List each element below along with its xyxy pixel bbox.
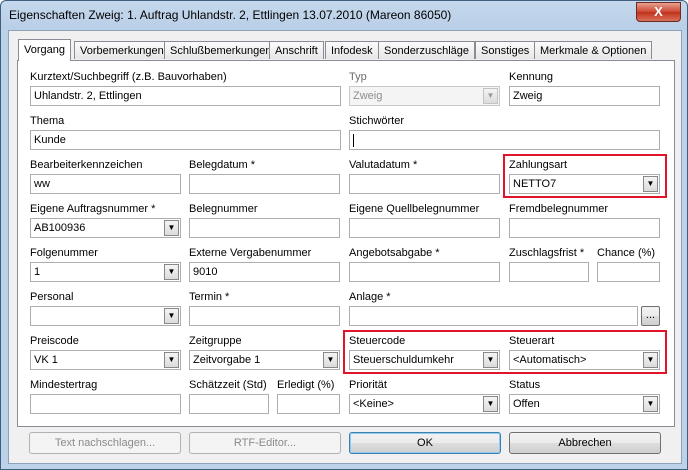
chevron-down-icon[interactable]: ▼: [164, 220, 179, 236]
tab-panel-vorgang: Kurztext/Suchbegriff (z.B. Bauvorhaben) …: [17, 60, 675, 427]
prioritaet-select[interactable]: <Keine> ▼: [349, 394, 500, 414]
termin-input[interactable]: [189, 306, 340, 326]
chevron-down-icon[interactable]: ▼: [164, 352, 179, 368]
zuschlagsfrist-label: Zuschlagsfrist *: [509, 247, 585, 259]
angebotsabgabe-input[interactable]: [349, 262, 500, 282]
steuer-highlight: [343, 330, 667, 374]
chevron-down-icon[interactable]: ▼: [164, 264, 179, 280]
mindestertrag-label: Mindestertrag: [30, 379, 98, 391]
rtf-editor-button[interactable]: RTF-Editor...: [189, 432, 341, 454]
tab-schlussbemerkungen[interactable]: Schlußbemerkungen: [164, 41, 278, 59]
typ-select: Zweig ▼: [349, 86, 500, 106]
text-cursor: [353, 134, 354, 147]
eigene-auftragsnummer-value: AB100936: [34, 222, 86, 234]
zeitgruppe-label: Zeitgruppe: [189, 335, 242, 347]
preiscode-value: VK 1: [34, 354, 58, 366]
status-value: Offen: [513, 398, 540, 410]
erledigt-label: Erledigt (%): [277, 379, 335, 391]
text-nachschlagen-button[interactable]: Text nachschlagen...: [29, 432, 181, 454]
status-select[interactable]: Offen ▼: [509, 394, 660, 414]
fremdbelegnummer-label: Fremdbelegnummer: [509, 203, 609, 215]
zahlungsart-highlight: [503, 154, 667, 198]
thema-label: Thema: [30, 115, 65, 127]
dialog-client: Vorgang Vorbemerkungen Schlußbemerkungen…: [8, 30, 682, 464]
stichwoerter-label: Stichwörter: [349, 115, 405, 127]
externe-vergabenummer-input[interactable]: 9010: [189, 262, 340, 282]
zeitgruppe-value: Zeitvorgabe 1: [193, 354, 261, 366]
tab-anschrift[interactable]: Anschrift: [269, 41, 324, 59]
bearbeiterkennzeichen-input[interactable]: ww: [30, 174, 181, 194]
kennung-input[interactable]: Zweig: [509, 86, 660, 106]
kurztext-label: Kurztext/Suchbegriff (z.B. Bauvorhaben): [30, 71, 227, 83]
fremdbelegnummer-input[interactable]: [509, 218, 660, 238]
chevron-down-icon[interactable]: ▼: [164, 308, 179, 324]
folgenummer-select[interactable]: 1 ▼: [30, 262, 181, 282]
typ-label: Typ: [349, 71, 367, 83]
close-button[interactable]: X: [636, 2, 681, 22]
kennung-label: Kennung: [509, 71, 554, 83]
schaetzzeit-label: Schätzzeit (Std): [189, 379, 267, 391]
status-label: Status: [509, 379, 541, 391]
tab-vorgang[interactable]: Vorgang: [18, 39, 71, 61]
chance-label: Chance (%): [597, 247, 656, 259]
chevron-down-icon[interactable]: ▼: [643, 396, 658, 412]
preiscode-label: Preiscode: [30, 335, 79, 347]
mindestertrag-input[interactable]: [30, 394, 181, 414]
chance-input[interactable]: [597, 262, 660, 282]
tab-sonstiges[interactable]: Sonstiges: [475, 41, 536, 59]
zeitgruppe-select[interactable]: Zeitvorgabe 1 ▼: [189, 350, 340, 370]
folgenummer-label: Folgenummer: [30, 247, 98, 259]
tab-sonderzuschlaege[interactable]: Sonderzuschläge: [378, 41, 476, 59]
prioritaet-label: Priorität: [349, 379, 387, 391]
kurztext-input[interactable]: Uhlandstr. 2, Ettlingen: [30, 86, 341, 106]
bearbeiterkennzeichen-label: Bearbeiterkennzeichen: [30, 159, 143, 171]
belegnummer-label: Belegnummer: [189, 203, 258, 215]
angebotsabgabe-label: Angebotsabgabe *: [349, 247, 440, 259]
typ-value: Zweig: [353, 90, 383, 102]
valutadatum-label: Valutadatum *: [349, 159, 418, 171]
belegdatum-label: Belegdatum *: [189, 159, 256, 171]
anlage-browse-button[interactable]: ...: [641, 306, 660, 326]
zuschlagsfrist-input[interactable]: [509, 262, 589, 282]
properties-window: Eigenschaften Zweig: 1. Auftrag Uhlandst…: [0, 0, 688, 470]
termin-label: Termin *: [189, 291, 230, 303]
erledigt-input[interactable]: [277, 394, 340, 414]
chevron-down-icon[interactable]: ▼: [323, 352, 338, 368]
chevron-down-icon: ▼: [483, 88, 498, 104]
eigene-quellbelegnummer-label: Eigene Quellbelegnummer: [349, 203, 480, 215]
preiscode-select[interactable]: VK 1 ▼: [30, 350, 181, 370]
anlage-label: Anlage *: [349, 291, 391, 303]
tab-infodesk[interactable]: Infodesk: [325, 41, 379, 59]
belegdatum-input[interactable]: [189, 174, 340, 194]
abbrechen-button[interactable]: Abbrechen: [509, 432, 661, 454]
prioritaet-value: <Keine>: [353, 398, 394, 410]
chevron-down-icon[interactable]: ▼: [483, 396, 498, 412]
thema-input[interactable]: Kunde: [30, 130, 341, 150]
eigene-auftragsnummer-select[interactable]: AB100936 ▼: [30, 218, 181, 238]
title-bar[interactable]: Eigenschaften Zweig: 1. Auftrag Uhlandst…: [1, 1, 687, 30]
stichwoerter-input[interactable]: [349, 130, 660, 150]
valutadatum-input[interactable]: [349, 174, 500, 194]
schaetzzeit-input[interactable]: [189, 394, 269, 414]
tab-merkmale-optionen[interactable]: Merkmale & Optionen: [534, 41, 653, 59]
ok-button[interactable]: OK: [349, 432, 501, 454]
personal-select[interactable]: ▼: [30, 306, 181, 326]
anlage-input[interactable]: [349, 306, 638, 326]
window-title: Eigenschaften Zweig: 1. Auftrag Uhlandst…: [9, 8, 452, 22]
belegnummer-input[interactable]: [189, 218, 340, 238]
personal-label: Personal: [30, 291, 74, 303]
tab-vorbemerkungen[interactable]: Vorbemerkungen: [74, 41, 170, 59]
eigene-auftragsnummer-label: Eigene Auftragsnummer *: [30, 203, 156, 215]
externe-vergabenummer-label: Externe Vergabenummer: [189, 247, 312, 259]
folgenummer-value: 1: [34, 266, 41, 278]
eigene-quellbelegnummer-input[interactable]: [349, 218, 500, 238]
